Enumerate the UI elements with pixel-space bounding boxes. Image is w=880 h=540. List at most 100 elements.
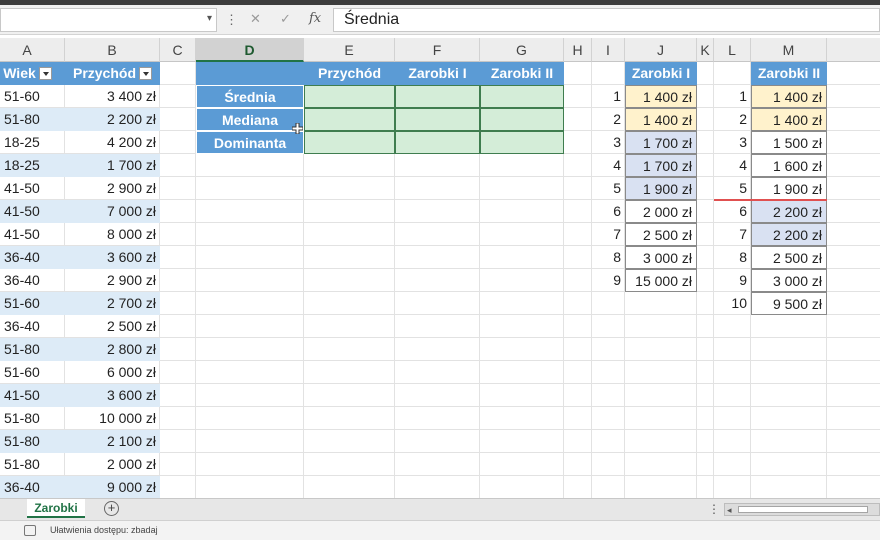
table-cell-przychod[interactable]: 10 000 zł <box>65 407 160 430</box>
table-cell-wiek[interactable]: 51-80 <box>0 430 65 453</box>
stats-value-cell[interactable] <box>480 85 564 108</box>
table-cell-przychod[interactable]: 7 000 zł <box>65 200 160 223</box>
zarobki1-index[interactable]: 3 <box>592 131 625 154</box>
table-cell-wiek[interactable]: 51-80 <box>0 338 65 361</box>
table-cell-wiek[interactable]: 51-60 <box>0 292 65 315</box>
stats-value-cell[interactable] <box>304 85 395 108</box>
column-header-m[interactable]: M <box>751 38 827 62</box>
zarobki2-index[interactable]: 1 <box>714 85 751 108</box>
table-cell-przychod[interactable]: 2 900 zł <box>65 177 160 200</box>
stats-value-cell[interactable] <box>395 85 480 108</box>
zarobki1-value[interactable]: 2 000 zł <box>625 200 697 223</box>
zarobki2-header[interactable]: Zarobki II <box>751 62 827 85</box>
table-cell-wiek[interactable]: 36-40 <box>0 246 65 269</box>
table-cell-wiek[interactable]: 41-50 <box>0 384 65 407</box>
table-cell-przychod[interactable]: 2 800 zł <box>65 338 160 361</box>
filter-dropdown-icon[interactable] <box>38 66 52 80</box>
table-header-wiek[interactable]: Wiek <box>0 62 65 85</box>
table-cell-wiek[interactable]: 51-80 <box>0 108 65 131</box>
horizontal-scrollbar[interactable]: ◂ <box>724 503 880 516</box>
zarobki1-value[interactable]: 2 500 zł <box>625 223 697 246</box>
table-cell-przychod[interactable]: 2 900 zł <box>65 269 160 292</box>
formula-input[interactable]: Średnia <box>333 8 880 32</box>
column-header-a[interactable]: A <box>0 38 65 62</box>
zarobki2-index[interactable]: 9 <box>714 269 751 292</box>
zarobki1-index[interactable]: 5 <box>592 177 625 200</box>
scrollbar-thumb[interactable] <box>738 506 868 513</box>
zarobki2-value[interactable]: 1 400 zł <box>751 85 827 108</box>
scroll-left-icon[interactable]: ◂ <box>727 505 732 516</box>
zarobki1-index[interactable]: 2 <box>592 108 625 131</box>
zarobki2-index[interactable]: 5 <box>714 177 751 200</box>
stats-value-cell[interactable] <box>395 108 480 131</box>
zarobki2-index[interactable]: 6 <box>714 200 751 223</box>
table-cell-przychod[interactable]: 8 000 zł <box>65 223 160 246</box>
sheet-tab-zarobki[interactable]: Zarobki <box>27 499 85 518</box>
stats-label[interactable]: Mediana <box>196 108 304 131</box>
column-header-k[interactable]: K <box>697 38 714 62</box>
zarobki1-index[interactable]: 7 <box>592 223 625 246</box>
zarobki2-index[interactable]: 8 <box>714 246 751 269</box>
stats-header-blank[interactable] <box>196 62 304 85</box>
column-header-c[interactable]: C <box>160 38 196 62</box>
table-cell-przychod[interactable]: 2 700 zł <box>65 292 160 315</box>
zarobki2-value[interactable]: 9 500 zł <box>751 292 827 315</box>
table-cell-przychod[interactable]: 3 400 zł <box>65 85 160 108</box>
column-header-f[interactable]: F <box>395 38 480 62</box>
column-header-h[interactable]: H <box>564 38 592 62</box>
filter-dropdown-icon[interactable] <box>139 66 152 80</box>
stats-header[interactable]: Zarobki II <box>480 62 564 85</box>
stats-header[interactable]: Zarobki I <box>395 62 480 85</box>
table-cell-przychod[interactable]: 6 000 zł <box>65 361 160 384</box>
stats-header[interactable]: Przychód <box>304 62 395 85</box>
column-header-e[interactable]: E <box>304 38 395 62</box>
table-header-przychod[interactable]: Przychód <box>65 62 160 85</box>
column-header-d[interactable]: D <box>196 38 304 62</box>
table-cell-przychod[interactable]: 1 700 zł <box>65 154 160 177</box>
column-header-j[interactable]: J <box>625 38 697 62</box>
table-cell-wiek[interactable]: 51-80 <box>0 453 65 476</box>
stats-value-cell[interactable] <box>304 131 395 154</box>
zarobki1-value[interactable]: 3 000 zł <box>625 246 697 269</box>
zarobki1-index[interactable]: 8 <box>592 246 625 269</box>
worksheet-grid[interactable]: Wiek Przychód 51-60 3 400 zł 51-80 2 200 zł 18… <box>0 62 880 498</box>
zarobki1-value[interactable]: 1 400 zł <box>625 85 697 108</box>
zarobki1-header[interactable]: Zarobki I <box>625 62 697 85</box>
table-cell-przychod[interactable]: 2 200 zł <box>65 108 160 131</box>
accessibility-icon[interactable] <box>24 525 36 536</box>
column-header-n[interactable] <box>827 38 880 62</box>
zarobki1-value[interactable]: 1 700 zł <box>625 154 697 177</box>
table-cell-przychod[interactable]: 2 000 zł <box>65 453 160 476</box>
zarobki2-index[interactable]: 2 <box>714 108 751 131</box>
table-cell-wiek[interactable]: 36-40 <box>0 315 65 338</box>
zarobki1-value[interactable]: 15 000 zł <box>625 269 697 292</box>
enter-icon[interactable]: ✓ <box>280 11 291 27</box>
table-cell-przychod[interactable]: 4 200 zł <box>65 131 160 154</box>
table-cell-przychod[interactable]: 3 600 zł <box>65 384 160 407</box>
table-cell-wiek[interactable]: 18-25 <box>0 131 65 154</box>
column-header-l[interactable]: L <box>714 38 751 62</box>
table-cell-wiek[interactable]: 51-80 <box>0 407 65 430</box>
zarobki1-index[interactable]: 6 <box>592 200 625 223</box>
zarobki2-value[interactable]: 3 000 zł <box>751 269 827 292</box>
formula-bar-grip-icon[interactable]: ⋮ <box>225 12 238 28</box>
zarobki2-index[interactable]: 3 <box>714 131 751 154</box>
zarobki1-index[interactable]: 4 <box>592 154 625 177</box>
column-header-b[interactable]: B <box>65 38 160 62</box>
name-box[interactable]: ▾ <box>0 8 217 32</box>
stats-value-cell[interactable] <box>480 131 564 154</box>
zarobki2-value[interactable]: 2 200 zł <box>751 223 827 246</box>
zarobki2-value[interactable]: 1 600 zł <box>751 154 827 177</box>
zarobki1-index[interactable]: 9 <box>592 269 625 292</box>
zarobki2-value[interactable]: 2 500 zł <box>751 246 827 269</box>
table-cell-wiek[interactable]: 51-60 <box>0 361 65 384</box>
table-cell-przychod[interactable]: 3 600 zł <box>65 246 160 269</box>
table-cell-wiek[interactable]: 41-50 <box>0 200 65 223</box>
table-cell-wiek[interactable]: 41-50 <box>0 177 65 200</box>
zarobki1-value[interactable]: 1 400 zł <box>625 108 697 131</box>
zarobki2-value[interactable]: 2 200 zł <box>751 200 827 223</box>
column-header-g[interactable]: G <box>480 38 564 62</box>
stats-value-cell[interactable] <box>395 131 480 154</box>
tab-split-grip-icon[interactable]: ⋮ <box>708 502 720 516</box>
cancel-icon[interactable]: ✕ <box>250 11 261 27</box>
